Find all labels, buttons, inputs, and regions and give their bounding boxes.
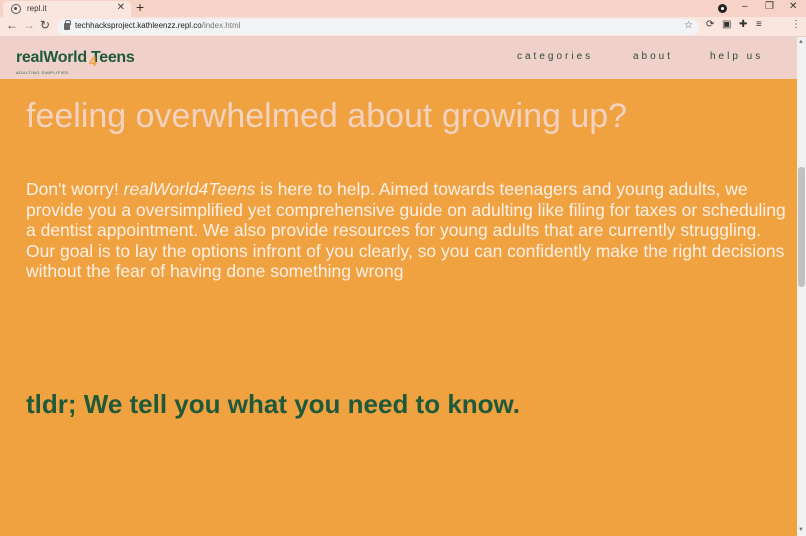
browser-toolbar: ← → ↻ techhacksproject.kathleenzz.repl.c…	[0, 17, 806, 37]
logo-tagline: ADULTING SIMPLIFIED	[16, 70, 69, 75]
forward-arrow-icon[interactable]: →	[23, 18, 35, 32]
nav-categories[interactable]: categories	[517, 51, 593, 62]
reload-icon[interactable]: ↻	[40, 18, 50, 32]
logo-text: realWorld Teens	[16, 49, 135, 66]
browser-tab-bar: repl.it ✕ + – ❐ ✕	[0, 0, 806, 17]
intro-before: Don't worry!	[26, 179, 124, 199]
replit-favicon-icon	[11, 4, 21, 14]
bookmark-star-icon[interactable]: ☆	[684, 20, 693, 31]
page-scrollbar[interactable]: ▲ ▼	[797, 37, 806, 536]
back-arrow-icon[interactable]: ←	[6, 18, 18, 32]
sync-extension-icon[interactable]: ⟳	[706, 19, 714, 30]
new-tab-button[interactable]: +	[136, 0, 144, 15]
browser-menu-icon[interactable]: ⋮	[791, 19, 801, 30]
tab-title: repl.it	[27, 4, 47, 13]
nav-help-us[interactable]: help us	[710, 51, 763, 62]
close-window-button[interactable]: ✕	[789, 1, 797, 12]
hero-title: feeling overwhelmed about growing up?	[26, 97, 628, 135]
minimize-button[interactable]: –	[742, 1, 748, 12]
address-bar[interactable]: techhacksproject.kathleenzz.repl.co/inde…	[57, 19, 699, 35]
browser-tab[interactable]: repl.it ✕	[3, 1, 131, 17]
tldr-heading: tldr; We tell you what you need to know.	[26, 389, 521, 419]
address-url[interactable]: techhacksproject.kathleenzz.repl.co/inde…	[75, 21, 240, 30]
record-icon[interactable]	[718, 4, 727, 13]
site-logo[interactable]: realWorld Teens 4 ADULTING SIMPLIFIED	[16, 49, 135, 75]
restore-button[interactable]: ❐	[765, 1, 774, 12]
media-extension-icon[interactable]: ▣	[722, 19, 731, 30]
scroll-down-icon[interactable]: ▼	[798, 527, 804, 533]
site-header: realWorld Teens 4 ADULTING SIMPLIFIED ca…	[0, 37, 797, 79]
logo-four: 4	[89, 53, 97, 69]
page-viewport: realWorld Teens 4 ADULTING SIMPLIFIED ca…	[0, 37, 797, 536]
reading-list-icon[interactable]: ≡	[756, 19, 762, 30]
tab-close-icon[interactable]: ✕	[117, 2, 125, 13]
scroll-up-icon[interactable]: ▲	[798, 39, 804, 45]
intro-brand: realWorld4Teens	[123, 179, 256, 199]
intro-paragraph: Don't worry! realWorld4Teens is here to …	[26, 179, 788, 282]
scroll-thumb[interactable]	[798, 167, 805, 287]
extensions-puzzle-icon[interactable]: ✚	[739, 19, 747, 30]
nav-about[interactable]: about	[633, 51, 673, 62]
lock-icon	[64, 20, 71, 30]
